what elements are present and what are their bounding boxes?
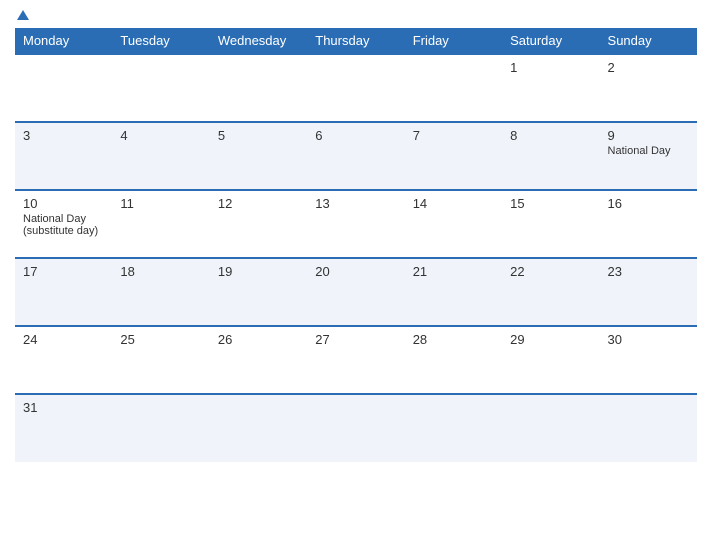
calendar-cell: 5 [210,122,307,190]
week-row-4: 24 25 26 27 28 29 30 [15,326,697,394]
week-row-0: 12 [15,54,697,122]
day-number: 27 [315,332,396,347]
calendar-header [15,10,697,20]
day-number: 30 [608,332,689,347]
calendar-cell: 16 [600,190,697,258]
calendar-cell: 9 National Day [600,122,697,190]
day-number: 22 [510,264,591,279]
calendar-container: MondayTuesdayWednesdayThursdayFridaySatu… [0,0,712,550]
day-number: 13 [315,196,396,211]
calendar-cell: 8 [502,122,599,190]
week-row-2: 10 National Day (substitute day) 11 12 13 14 1… [15,190,697,258]
day-number: 4 [120,128,201,143]
weekday-header-tuesday: Tuesday [112,28,209,54]
calendar-cell: 31 [15,394,112,462]
calendar-cell [405,394,502,462]
day-number: 6 [315,128,396,143]
calendar-cell: 6 [307,122,404,190]
day-number: 19 [218,264,299,279]
weekday-header-monday: Monday [15,28,112,54]
week-row-3: 17 18 19 20 21 22 23 [15,258,697,326]
calendar-cell [405,54,502,122]
calendar-cell [210,54,307,122]
calendar-table: MondayTuesdayWednesdayThursdayFridaySatu… [15,28,697,462]
day-number: 3 [23,128,104,143]
calendar-cell: 20 [307,258,404,326]
calendar-cell: 3 [15,122,112,190]
calendar-cell: 15 [502,190,599,258]
day-number: 17 [23,264,104,279]
calendar-cell: 4 [112,122,209,190]
calendar-cell [600,394,697,462]
weekday-header-row: MondayTuesdayWednesdayThursdayFridaySatu… [15,28,697,54]
calendar-cell: 23 [600,258,697,326]
day-number: 20 [315,264,396,279]
weekday-header-wednesday: Wednesday [210,28,307,54]
calendar-cell: 26 [210,326,307,394]
calendar-cell: 2 [600,54,697,122]
day-number: 12 [218,196,299,211]
day-number: 25 [120,332,201,347]
calendar-cell [307,54,404,122]
week-row-1: 3 4 5 6 7 8 9 National Day [15,122,697,190]
calendar-cell: 11 [112,190,209,258]
calendar-cell [307,394,404,462]
calendar-cell: 7 [405,122,502,190]
event-label: National Day [608,145,689,157]
calendar-cell: 24 [15,326,112,394]
logo [15,10,29,20]
day-number: 5 [218,128,299,143]
calendar-cell: 1 [502,54,599,122]
day-number: 24 [23,332,104,347]
calendar-cell: 21 [405,258,502,326]
calendar-cell: 22 [502,258,599,326]
day-number: 31 [23,400,104,415]
day-number: 16 [608,196,689,211]
day-number: 8 [510,128,591,143]
day-number: 29 [510,332,591,347]
calendar-cell: 28 [405,326,502,394]
day-number: 18 [120,264,201,279]
calendar-cell: 14 [405,190,502,258]
day-number: 26 [218,332,299,347]
calendar-cell: 19 [210,258,307,326]
calendar-cell [502,394,599,462]
calendar-cell: 12 [210,190,307,258]
day-number: 14 [413,196,494,211]
day-number: 7 [413,128,494,143]
day-number: 1 [510,60,591,75]
weekday-header-saturday: Saturday [502,28,599,54]
calendar-cell [210,394,307,462]
calendar-cell [112,394,209,462]
event-label: National Day (substitute day) [23,213,104,237]
day-number: 2 [608,60,689,75]
logo-triangle-icon [17,10,29,20]
calendar-cell [15,54,112,122]
day-number: 11 [120,196,201,211]
weekday-header-sunday: Sunday [600,28,697,54]
week-row-5: 31 [15,394,697,462]
calendar-cell: 30 [600,326,697,394]
day-number: 15 [510,196,591,211]
weekday-header-friday: Friday [405,28,502,54]
weekday-header-thursday: Thursday [307,28,404,54]
day-number: 10 [23,196,104,211]
calendar-cell: 27 [307,326,404,394]
calendar-cell: 17 [15,258,112,326]
calendar-cell: 18 [112,258,209,326]
calendar-cell: 13 [307,190,404,258]
calendar-cell: 29 [502,326,599,394]
day-number: 9 [608,128,689,143]
day-number: 23 [608,264,689,279]
day-number: 28 [413,332,494,347]
day-number: 21 [413,264,494,279]
calendar-cell: 25 [112,326,209,394]
calendar-cell [112,54,209,122]
calendar-cell: 10 National Day (substitute day) [15,190,112,258]
